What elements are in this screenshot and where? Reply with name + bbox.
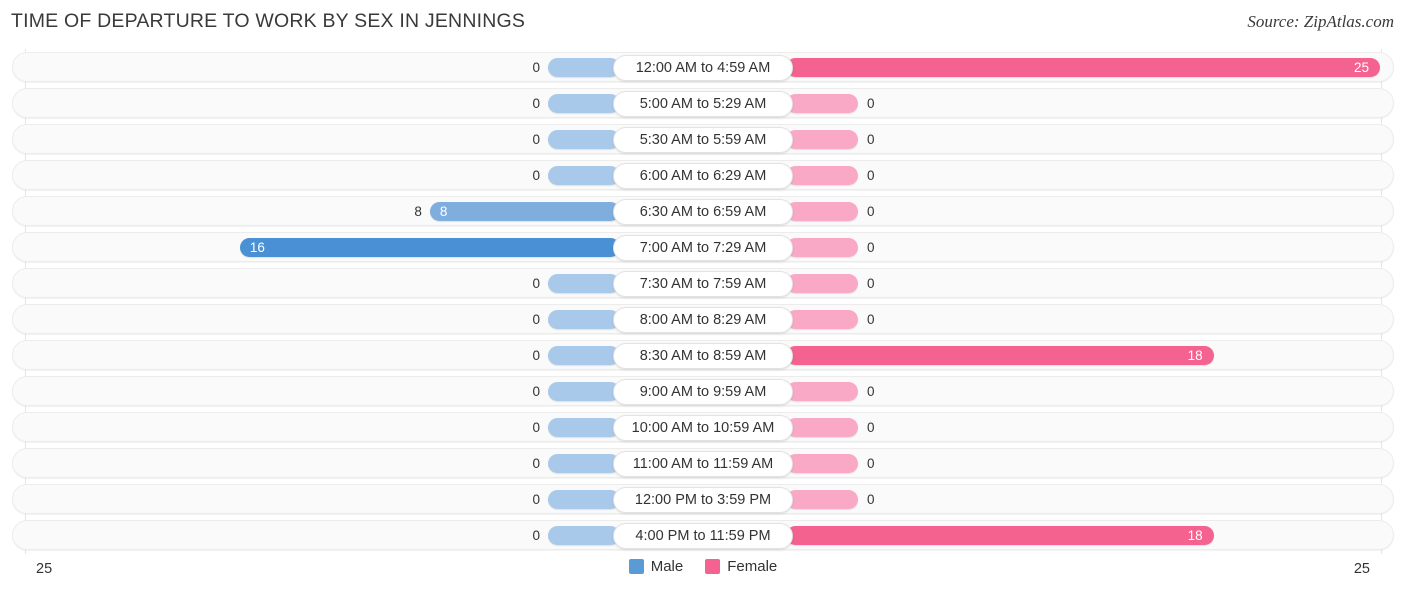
- bar-value-female-outside: 0: [867, 455, 875, 471]
- legend-swatch-icon: [705, 559, 721, 574]
- row-category-label: 7:30 AM to 7:59 AM: [613, 270, 793, 297]
- bar-male[interactable]: [548, 274, 620, 293]
- bar-value-male: 16: [249, 239, 265, 255]
- bar-female[interactable]: [786, 310, 858, 329]
- bar-value-male-outside: 0: [532, 383, 540, 399]
- bar-value-female: 25: [1353, 59, 1369, 75]
- chart-row: 16 0 7:00 AM to 7:29 AM: [0, 229, 1406, 265]
- legend-label: Male: [650, 558, 684, 575]
- row-category-label: 6:30 AM to 6:59 AM: [613, 198, 793, 225]
- bar-male[interactable]: [548, 454, 620, 473]
- bar-male[interactable]: 16: [239, 238, 620, 257]
- row-category-label: 10:00 AM to 10:59 AM: [613, 414, 793, 441]
- bar-female[interactable]: [786, 454, 858, 473]
- chart-row: 0 25 12:00 AM to 4:59 AM: [0, 49, 1406, 85]
- row-category-label: 12:00 PM to 3:59 PM: [613, 486, 793, 513]
- bar-value-male-outside: 0: [532, 95, 540, 111]
- bar-female[interactable]: [786, 490, 858, 509]
- chart-row: 0 18 4:00 PM to 11:59 PM: [0, 517, 1406, 553]
- bar-value-female-outside: 0: [867, 239, 875, 255]
- bar-male[interactable]: [548, 310, 620, 329]
- bar-value-female-outside: 0: [867, 275, 875, 291]
- bar-male[interactable]: [548, 346, 620, 365]
- bar-value-female-outside: 0: [867, 419, 875, 435]
- bar-female[interactable]: 18: [786, 526, 1214, 545]
- chart-row: 0 0 9:00 AM to 9:59 AM: [0, 373, 1406, 409]
- bar-female[interactable]: [786, 130, 858, 149]
- chart-row: 0 0 7:30 AM to 7:59 AM: [0, 265, 1406, 301]
- row-category-label: 12:00 AM to 4:59 AM: [613, 54, 793, 81]
- bar-male[interactable]: [548, 58, 620, 77]
- bar-value-male-outside: 0: [532, 419, 540, 435]
- bar-value-male-outside: 0: [532, 275, 540, 291]
- bar-female[interactable]: 18: [786, 346, 1214, 365]
- bar-female[interactable]: [786, 166, 858, 185]
- bar-value-female-outside: 0: [867, 95, 875, 111]
- bar-value-male-outside: 8: [414, 203, 422, 219]
- bar-value-male-outside: 0: [532, 167, 540, 183]
- bar-value-female-outside: 0: [867, 203, 875, 219]
- bar-female[interactable]: [786, 418, 858, 437]
- bar-female[interactable]: [786, 94, 858, 113]
- chart-row: 0 0 8:00 AM to 8:29 AM: [0, 301, 1406, 337]
- chart-row: 0 0 12:00 PM to 3:59 PM: [0, 481, 1406, 517]
- legend-item-female[interactable]: Female: [705, 558, 777, 575]
- bar-value-female: 18: [1187, 347, 1203, 363]
- bar-value-male-outside: 0: [532, 131, 540, 147]
- bar-value-male-outside: 0: [532, 491, 540, 507]
- legend-item-male[interactable]: Male: [628, 558, 684, 575]
- legend-label: Female: [727, 558, 778, 575]
- bar-female[interactable]: 25: [786, 58, 1380, 77]
- bar-male[interactable]: [548, 418, 620, 437]
- row-category-label: 5:30 AM to 5:59 AM: [613, 126, 793, 153]
- row-category-label: 8:30 AM to 8:59 AM: [613, 342, 793, 369]
- chart-row: 0 0 5:30 AM to 5:59 AM: [0, 121, 1406, 157]
- bar-value-male-outside: 0: [532, 347, 540, 363]
- bar-value-male: 8: [439, 203, 448, 219]
- row-category-label: 9:00 AM to 9:59 AM: [613, 378, 793, 405]
- chart-row: 0 0 11:00 AM to 11:59 AM: [0, 445, 1406, 481]
- row-category-label: 4:00 PM to 11:59 PM: [613, 522, 793, 549]
- row-category-label: 8:00 AM to 8:29 AM: [613, 306, 793, 333]
- chart-row: 0 0 5:00 AM to 5:29 AM: [0, 85, 1406, 121]
- bar-male[interactable]: 8: [429, 202, 620, 221]
- bar-value-male-outside: 0: [532, 455, 540, 471]
- chart-container: TIME OF DEPARTURE TO WORK BY SEX IN JENN…: [0, 0, 1406, 595]
- bar-female[interactable]: [786, 382, 858, 401]
- bar-value-female-outside: 0: [867, 383, 875, 399]
- bar-female[interactable]: [786, 274, 858, 293]
- bar-value-female-outside: 0: [867, 311, 875, 327]
- bar-value-female: 18: [1187, 527, 1203, 543]
- bar-value-male-outside: 0: [532, 527, 540, 543]
- bar-male[interactable]: [548, 166, 620, 185]
- bar-male[interactable]: [548, 130, 620, 149]
- chart-legend: Male Female: [0, 558, 1406, 575]
- bar-value-female-outside: 0: [867, 167, 875, 183]
- bar-male[interactable]: [548, 526, 620, 545]
- bar-value-male-outside: 0: [532, 311, 540, 327]
- bar-value-female-outside: 0: [867, 491, 875, 507]
- bar-male[interactable]: [548, 490, 620, 509]
- chart-row: 0 18 8:30 AM to 8:59 AM: [0, 337, 1406, 373]
- chart-row: 8 8 0 6:30 AM to 6:59 AM: [0, 193, 1406, 229]
- chart-row: 0 0 6:00 AM to 6:29 AM: [0, 157, 1406, 193]
- row-category-label: 6:00 AM to 6:29 AM: [613, 162, 793, 189]
- bar-male[interactable]: [548, 382, 620, 401]
- page-title: TIME OF DEPARTURE TO WORK BY SEX IN JENN…: [11, 10, 526, 32]
- bar-male[interactable]: [548, 94, 620, 113]
- bar-female[interactable]: [786, 238, 858, 257]
- row-category-label: 11:00 AM to 11:59 AM: [613, 450, 793, 477]
- row-category-label: 5:00 AM to 5:29 AM: [613, 90, 793, 117]
- row-category-label: 7:00 AM to 7:29 AM: [613, 234, 793, 261]
- plot-area: 0 25 12:00 AM to 4:59 AM 0 0 5:00 AM to 5:29 …: [0, 49, 1406, 554]
- bar-value-male-outside: 0: [532, 59, 540, 75]
- bar-value-female-outside: 0: [867, 131, 875, 147]
- legend-swatch-icon: [628, 559, 644, 574]
- bar-female[interactable]: [786, 202, 858, 221]
- source-attribution: Source: ZipAtlas.com: [1247, 12, 1394, 31]
- chart-row: 0 0 10:00 AM to 10:59 AM: [0, 409, 1406, 445]
